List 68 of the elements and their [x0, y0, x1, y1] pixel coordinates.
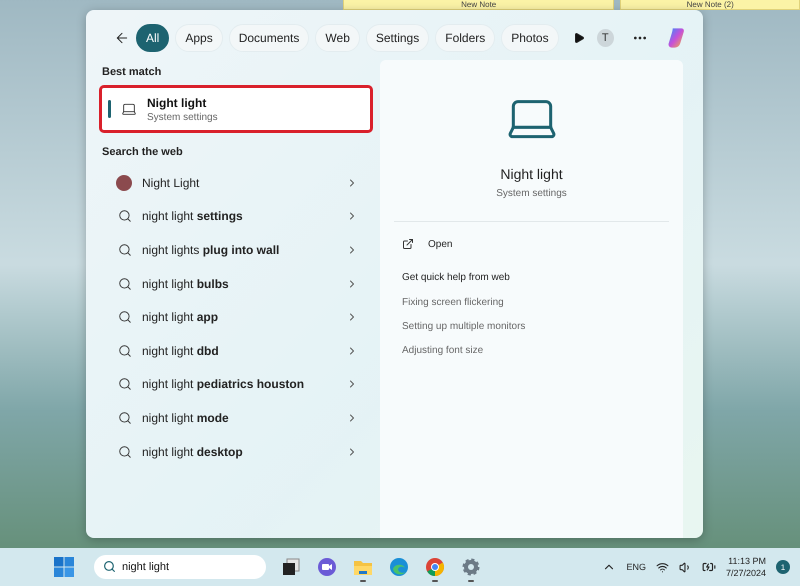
web-result-item[interactable]: Night Light [100, 166, 372, 200]
gear-icon [461, 557, 481, 577]
wifi-icon[interactable] [656, 560, 669, 574]
start-icon[interactable] [54, 557, 74, 577]
section-heading: Search the web [101, 145, 184, 160]
account-avatar[interactable]: T [596, 29, 614, 47]
filter-tab[interactable]: All [136, 24, 170, 52]
browser-icon [389, 557, 409, 577]
taskbar-search-field[interactable]: night light [94, 555, 266, 579]
filter-tab[interactable]: Photos [501, 24, 559, 52]
detail-subtitle: System settings [496, 188, 567, 199]
external-link-icon [402, 238, 414, 250]
result-text: night light dbd [142, 344, 220, 358]
search-icon [118, 444, 132, 459]
search-icon [118, 377, 132, 392]
web-result-item[interactable]: night light pediatrics houston [100, 368, 372, 402]
open-action[interactable]: Open [394, 222, 669, 262]
notification-badge[interactable]: 1 [776, 560, 790, 574]
search-icon [118, 310, 132, 324]
back-button[interactable] [114, 30, 130, 46]
video-chat-icon [317, 557, 337, 577]
help-heading: Get quick help from web [401, 271, 511, 285]
browser-icon [425, 557, 445, 577]
language-indicator[interactable]: ENG [626, 562, 646, 572]
laptop-icon [121, 101, 137, 117]
speaker-icon[interactable] [678, 560, 692, 574]
help-link[interactable]: Fixing screen flickering [394, 297, 669, 321]
search-icon [118, 410, 132, 425]
web-result-item[interactable]: night light desktop [100, 434, 372, 468]
filter-tab[interactable]: Web [315, 24, 360, 52]
help-link[interactable]: Setting up multiple monitors [394, 321, 669, 345]
result-text: night light settings [142, 209, 244, 224]
search-icon [118, 209, 132, 224]
filter-tab[interactable]: Documents [228, 24, 310, 52]
filter-tab[interactable]: Apps [175, 24, 223, 52]
section-heading: Best match [101, 65, 162, 80]
web-result-item[interactable]: night light app [100, 300, 372, 334]
result-text: night light mode [142, 410, 230, 425]
best-match-item[interactable]: Night light System settings [100, 86, 372, 132]
result-text: night lights plug into wall [142, 242, 280, 257]
search-icon [103, 560, 116, 573]
search-icon [118, 242, 132, 257]
search-icon [118, 276, 132, 291]
sticky-note-title: New Note (2) [620, 0, 800, 10]
result-text: night light desktop [142, 444, 244, 459]
detail-title: Night light [500, 166, 563, 182]
result-text: night light pediatrics houston [142, 377, 306, 392]
result-subtitle: System settings [147, 112, 218, 122]
help-link[interactable]: Adjusting font size [394, 345, 669, 369]
web-result-item[interactable]: night light settings [100, 200, 372, 234]
filter-tab[interactable]: Folders [435, 24, 496, 52]
web-result-item[interactable]: night light mode [100, 401, 372, 435]
folder-icon [353, 558, 373, 576]
play-icon[interactable] [572, 32, 585, 44]
web-result-item[interactable]: night light bulbs [100, 266, 372, 300]
sticky-note-title: New Note [343, 0, 614, 10]
window-stack-icon [282, 558, 300, 576]
result-text: Night Light [142, 176, 200, 190]
filter-tab[interactable]: Settings [366, 24, 430, 52]
result-text: night light app [142, 310, 220, 324]
result-text: night light bulbs [142, 276, 230, 291]
battery-icon[interactable] [702, 560, 716, 574]
web-result-item[interactable]: night light dbd [100, 334, 372, 368]
avatar-placeholder [116, 174, 132, 191]
result-title: Night light [147, 96, 208, 110]
web-result-item[interactable]: night lights plug into wall [100, 233, 372, 267]
search-icon [118, 344, 132, 358]
clock[interactable]: 11:13 PM 7/27/2024 [726, 556, 766, 578]
